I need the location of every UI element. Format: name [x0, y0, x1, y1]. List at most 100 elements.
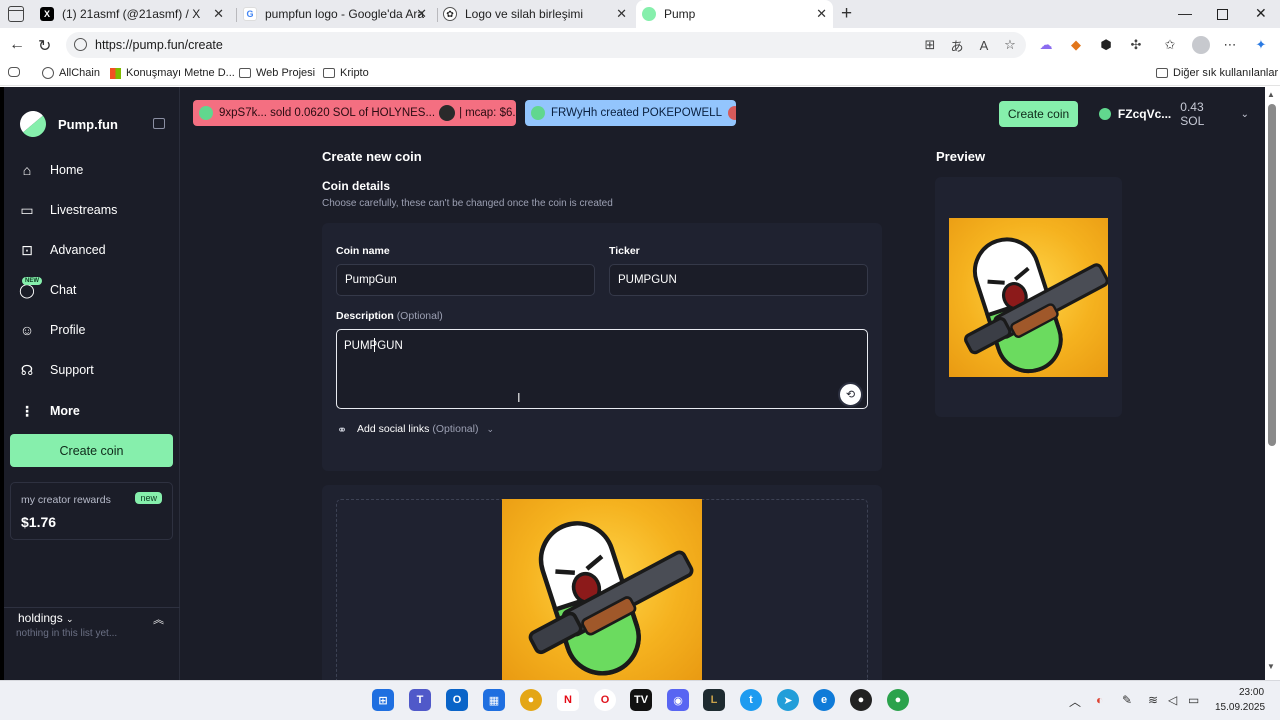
tab-pump[interactable]: Pump ✕	[636, 0, 833, 28]
tradingview-icon[interactable]: TV	[630, 689, 652, 711]
rewards-value: $1.76	[21, 514, 57, 530]
description-textarea[interactable]: PUMPGUN	[336, 329, 868, 409]
extension-icon[interactable]: ☁	[1038, 37, 1054, 53]
tab-google[interactable]: G pumpfun logo - Google'da Ara ✕	[243, 0, 433, 28]
bookmark-speech[interactable]: Konuşmayı Metne D...	[110, 67, 235, 79]
discord-icon[interactable]: ◉	[667, 689, 689, 711]
edge-icon[interactable]: e	[813, 689, 835, 711]
tray-app-icon[interactable]: ◐	[1096, 693, 1103, 707]
app-icon[interactable]: ●	[850, 689, 872, 711]
copilot-icon[interactable]: ✦	[1253, 37, 1269, 53]
extensions-icon[interactable]: ✣	[1128, 37, 1144, 53]
other-bookmarks[interactable]: Diğer sık kullanılanlar	[1156, 67, 1278, 79]
close-window-icon[interactable]: ✕	[1255, 5, 1267, 22]
tab-actions-icon[interactable]	[8, 6, 24, 22]
scroll-down-icon[interactable]: ▼	[1267, 662, 1275, 671]
tab-chatgpt[interactable]: ✿ Logo ve silah birleşimi ✕	[443, 0, 633, 28]
rewards-label: my creator rewards	[21, 494, 111, 506]
chrome-icon[interactable]: ●	[520, 689, 542, 711]
battery-icon[interactable]: ▭	[1188, 693, 1199, 707]
site-info-icon[interactable]	[74, 38, 87, 51]
sidebar-item-more[interactable]: ⋮ More	[18, 402, 80, 420]
store-icon[interactable]: ▦	[483, 689, 505, 711]
ticker-label: Ticker	[609, 245, 640, 257]
opera-icon[interactable]: O	[594, 689, 616, 711]
ai-generate-icon[interactable]: ⟲	[838, 382, 863, 407]
add-social-links-toggle[interactable]: ⚭ Add social links (Optional) ⌄	[337, 423, 494, 437]
tray-app-icon[interactable]: ✎	[1122, 693, 1132, 707]
twitter-icon[interactable]: t	[740, 689, 762, 711]
close-icon[interactable]: ✕	[616, 7, 627, 20]
read-aloud-icon[interactable]: A	[976, 37, 992, 53]
holdings-empty-text: nothing in this list yet...	[16, 628, 118, 639]
chevron-down-icon: ⌄	[66, 614, 74, 624]
collapse-up-icon[interactable]: ︽	[153, 611, 164, 627]
sidebar-item-home[interactable]: ⌂ Home	[18, 161, 84, 179]
chevron-down-icon: ⌄	[1240, 108, 1249, 120]
sidebar-create-coin-button[interactable]: Create coin	[10, 434, 173, 467]
settings-more-icon[interactable]: ⋯	[1222, 37, 1238, 53]
tab-x[interactable]: X (1) 21asmf (@21asmf) / X ✕	[40, 0, 230, 28]
close-icon[interactable]: ✕	[816, 7, 827, 20]
profile-avatar-icon[interactable]	[1192, 36, 1210, 54]
new-tab-icon[interactable]: +	[841, 3, 852, 25]
text-cursor-icon: I	[517, 390, 521, 405]
url-field[interactable]: https://pump.fun/create	[66, 32, 1026, 58]
header-create-coin-button[interactable]: Create coin	[999, 101, 1078, 127]
clock-time[interactable]: 23:00	[1239, 687, 1264, 698]
scroll-up-icon[interactable]: ▲	[1267, 90, 1275, 99]
preview-coin-image	[949, 218, 1108, 377]
sidebar-item-support[interactable]: ☊ Support	[18, 361, 94, 379]
wallet-button[interactable]: FZcqVc... 0.43 SOL ⌄	[1089, 100, 1249, 128]
bookmarks-menu-icon[interactable]	[8, 67, 25, 77]
minimize-icon[interactable]: —	[1178, 5, 1192, 21]
profile-icon: ☺	[19, 322, 35, 338]
wifi-icon[interactable]: ≋	[1148, 693, 1158, 707]
back-icon[interactable]: ←	[9, 36, 25, 54]
metamask-icon[interactable]: ◆	[1068, 37, 1084, 53]
pill-gun-illustration	[964, 237, 1108, 374]
extension-icon[interactable]: ⬢	[1098, 37, 1114, 53]
scrollbar-thumb[interactable]	[1268, 104, 1276, 446]
outlook-icon[interactable]: O	[446, 689, 468, 711]
trade-ticker[interactable]: 9xpS7k... sold 0.0620 SOL of HOLYNES... …	[193, 100, 516, 126]
coin-avatar	[727, 106, 736, 120]
windows-start-icon[interactable]: ⊞	[372, 689, 394, 711]
section-title: Coin details	[322, 179, 391, 193]
close-icon[interactable]: ✕	[416, 7, 427, 20]
bookmark-kripto[interactable]: Kripto	[323, 67, 369, 79]
brand-name[interactable]: Pump.fun	[58, 117, 118, 132]
netflix-icon[interactable]: N	[557, 689, 579, 711]
bookmark-allchain[interactable]: AllChain	[42, 67, 100, 79]
chrome-alt-icon[interactable]: ●	[887, 689, 909, 711]
tray-overflow-icon[interactable]: ︿	[1069, 693, 1081, 710]
page-title: Create new coin	[322, 149, 422, 164]
close-icon[interactable]: ✕	[213, 7, 224, 20]
translate-icon[interactable]: あ	[949, 37, 965, 54]
coin-name-input[interactable]: PumpGun	[336, 264, 595, 296]
sidebar-item-profile[interactable]: ☺ Profile	[18, 321, 86, 339]
clock-date[interactable]: 15.09.2025	[1215, 702, 1265, 713]
avatar	[531, 106, 545, 120]
maximize-icon[interactable]	[1217, 9, 1228, 20]
support-icon: ☊	[20, 361, 34, 378]
league-icon[interactable]: L	[703, 689, 725, 711]
avatar	[1099, 108, 1111, 120]
collapse-sidebar-icon[interactable]	[153, 118, 165, 129]
reload-icon[interactable]: ↻	[38, 36, 51, 56]
favorite-star-icon[interactable]: ☆	[1002, 37, 1018, 53]
openai-logo-icon: ✿	[443, 7, 457, 21]
volume-icon[interactable]: ◁	[1168, 693, 1177, 707]
teams-icon[interactable]: T	[409, 689, 431, 711]
creator-rewards-card[interactable]: my creator rewards new $1.76	[10, 482, 173, 540]
telegram-icon[interactable]: ➤	[777, 689, 799, 711]
app-available-icon[interactable]: ⊞	[922, 37, 938, 53]
favorites-icon[interactable]: ✩	[1162, 37, 1178, 53]
holdings-toggle[interactable]: holdings ⌄	[18, 611, 74, 625]
sidebar-item-advanced[interactable]: ⊡ Advanced	[18, 241, 105, 259]
bookmark-web-projesi[interactable]: Web Projesi	[239, 67, 315, 79]
create-ticker[interactable]: FRWyHh created POKEPOWELL	[525, 100, 736, 126]
ticker-input[interactable]: PUMPGUN	[609, 264, 868, 296]
globe-icon	[42, 67, 54, 79]
sidebar-item-livestreams[interactable]: ▭ Livestreams	[18, 201, 117, 219]
